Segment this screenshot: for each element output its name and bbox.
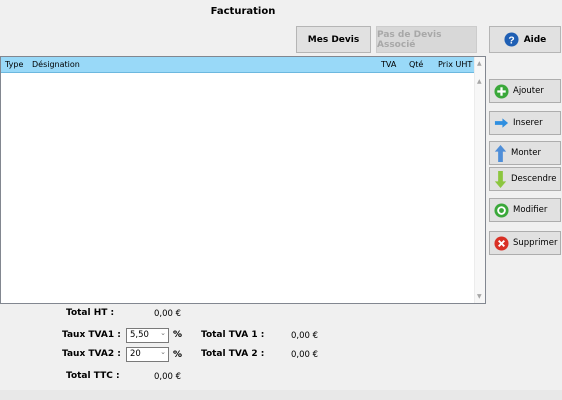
modifier-button[interactable]: Modifier	[489, 198, 561, 222]
descendre-button[interactable]: Descendre	[489, 167, 561, 191]
refresh-icon	[494, 202, 509, 218]
devis-associe-button[interactable]: Pas de Devis Associé	[376, 26, 477, 53]
supprimer-label: Supprimer	[513, 238, 558, 248]
total-tva2-label: Total TVA 2 :	[201, 349, 265, 359]
taux-tva2-label: Taux TVA2 :	[62, 349, 121, 359]
inserer-label: Inserer	[513, 118, 543, 128]
percent-sign: %	[173, 330, 183, 340]
ajouter-button[interactable]: Ajouter	[489, 79, 561, 103]
window-title: Facturation	[210, 6, 276, 17]
monter-button[interactable]: Monter	[489, 141, 561, 165]
total-tva1-value: 0,00 €	[291, 331, 319, 341]
total-tva1-label: Total TVA 1 :	[201, 330, 265, 340]
delete-icon	[494, 235, 509, 251]
column-tva[interactable]: TVA	[381, 60, 396, 69]
monter-label: Monter	[511, 148, 541, 158]
taux-tva1-label: Taux TVA1 :	[62, 330, 121, 340]
chevron-down-icon: ⌄	[160, 329, 166, 337]
supprimer-button[interactable]: Supprimer	[489, 231, 561, 255]
column-qte[interactable]: Qté	[409, 60, 423, 69]
column-type[interactable]: Type	[5, 60, 23, 69]
taux-tva1-select[interactable]: 5,50 ⌄	[126, 328, 169, 343]
percent-sign: %	[173, 350, 183, 360]
status-strip	[0, 390, 562, 400]
total-ttc-value: 0,00 €	[154, 372, 182, 382]
ajouter-label: Ajouter	[513, 86, 544, 96]
descendre-label: Descendre	[511, 174, 557, 184]
column-prix-uht[interactable]: Prix UHT	[438, 60, 472, 69]
vertical-scrollbar[interactable]: ▲ ▲ ▼	[474, 57, 485, 303]
total-ttc-label: Total TTC :	[66, 371, 120, 381]
taux-tva1-value: 5,50	[130, 330, 149, 340]
svg-text:?: ?	[508, 35, 514, 46]
mes-devis-button[interactable]: Mes Devis	[296, 26, 371, 53]
total-tva2-value: 0,00 €	[291, 350, 319, 360]
arrow-right-icon	[494, 118, 509, 128]
taux-tva2-select[interactable]: 20 ⌄	[126, 347, 169, 362]
invoice-lines-grid[interactable]: Type Désignation TVA Qté Prix UHT ▲ ▲ ▼	[0, 56, 486, 304]
scroll-up-icon[interactable]: ▲	[477, 60, 482, 67]
total-ht-label: Total HT :	[66, 308, 115, 318]
grid-header: Type Désignation TVA Qté Prix UHT	[1, 57, 475, 73]
arrow-up-icon	[494, 144, 507, 162]
plus-icon	[494, 83, 509, 99]
column-designation[interactable]: Désignation	[32, 60, 80, 69]
scroll-down-icon[interactable]: ▼	[477, 293, 482, 300]
help-icon: ?	[504, 32, 519, 47]
aide-label: Aide	[523, 34, 547, 45]
total-ht-value: 0,00 €	[154, 309, 182, 319]
arrow-down-icon	[494, 170, 507, 188]
taux-tva2-value: 20	[130, 349, 141, 359]
modifier-label: Modifier	[513, 205, 548, 215]
chevron-down-icon: ⌄	[160, 348, 166, 356]
inserer-button[interactable]: Inserer	[489, 111, 561, 135]
scroll-up-icon[interactable]: ▲	[477, 78, 482, 85]
aide-button[interactable]: ? Aide	[489, 26, 561, 53]
